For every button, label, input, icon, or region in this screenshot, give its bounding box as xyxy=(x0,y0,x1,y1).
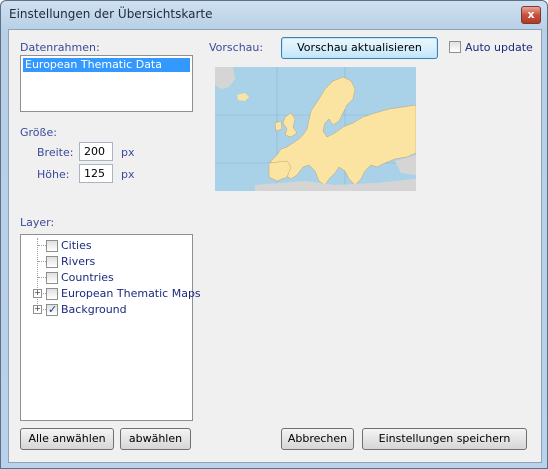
alle-anwaehlen-button[interactable]: Alle anwählen xyxy=(20,428,114,450)
breite-unit: px xyxy=(121,146,135,159)
checkmark-icon: ✓ xyxy=(48,303,58,316)
expand-plus-icon[interactable]: + xyxy=(33,305,42,314)
datenrahmen-list[interactable]: European Thematic Data xyxy=(20,55,193,112)
expand-plus-icon[interactable]: + xyxy=(33,289,42,298)
hoehe-label: Höhe: xyxy=(37,168,70,181)
auto-update-label: Auto update xyxy=(465,41,533,54)
layer-checkbox-european-thematic-maps[interactable] xyxy=(46,288,58,300)
einstellungen-speichern-button[interactable]: Einstellungen speichern xyxy=(362,428,527,450)
tree-branch xyxy=(38,261,46,262)
hoehe-input[interactable]: 125 xyxy=(79,164,113,183)
close-button[interactable]: x xyxy=(521,6,541,24)
breite-label: Breite: xyxy=(37,146,74,159)
layer-item-label: Countries xyxy=(61,271,114,284)
layer-checkbox-rivers[interactable] xyxy=(46,256,58,268)
datenrahmen-label: Datenrahmen: xyxy=(20,41,100,54)
layer-item-label: Rivers xyxy=(61,255,96,268)
layer-checkbox-countries[interactable] xyxy=(46,272,58,284)
tree-branch xyxy=(38,277,46,278)
preview-map xyxy=(215,67,416,191)
layer-tree[interactable]: Cities Rivers Countries + European Thema… xyxy=(20,234,201,421)
hoehe-unit: px xyxy=(121,168,135,181)
tree-branch xyxy=(38,245,46,246)
auto-update-checkbox[interactable] xyxy=(449,41,461,53)
datenrahmen-item-european-thematic-data[interactable]: European Thematic Data xyxy=(23,58,190,72)
layer-item-label: Cities xyxy=(61,239,92,252)
layer-label: Layer: xyxy=(20,216,55,229)
breite-input[interactable]: 200 xyxy=(79,142,113,161)
window-title: Einstellungen der Übersichtskarte xyxy=(9,7,213,21)
abbrechen-button[interactable]: Abbrechen xyxy=(281,428,354,450)
dialog-window: Einstellungen der Übersichtskarte x Date… xyxy=(0,0,548,469)
title-bar[interactable]: Einstellungen der Übersichtskarte x xyxy=(1,1,547,29)
layer-checkbox-cities[interactable] xyxy=(46,240,58,252)
layer-item-label: Background xyxy=(61,303,127,316)
groesse-label: Größe: xyxy=(20,126,57,139)
layer-checkbox-background[interactable]: ✓ xyxy=(46,303,58,316)
vorschau-label: Vorschau: xyxy=(209,41,264,54)
dialog-client-area: Datenrahmen: European Thematic Data Größ… xyxy=(8,29,542,463)
europe-map-image xyxy=(215,67,416,191)
abwaehlen-button[interactable]: abwählen xyxy=(120,428,191,450)
vorschau-aktualisieren-button[interactable]: Vorschau aktualisieren xyxy=(281,37,438,59)
layer-item-label: European Thematic Maps xyxy=(61,287,201,300)
